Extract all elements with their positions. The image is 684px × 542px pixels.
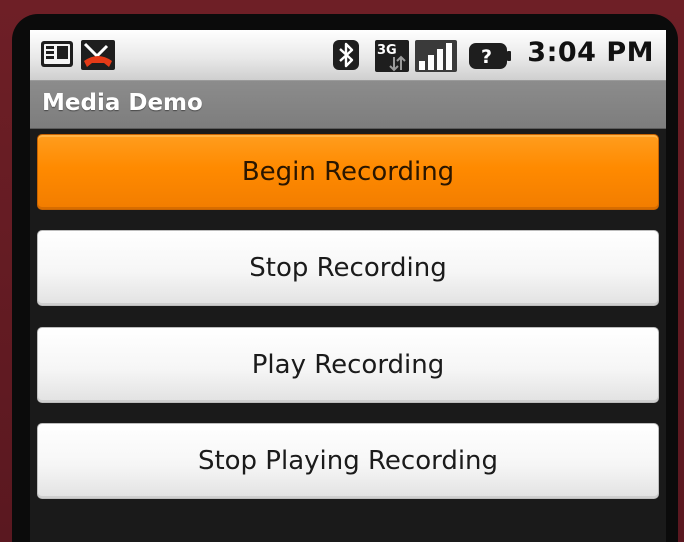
3g-data-icon: 3G [374,39,410,77]
app-screen: 3G ? 3:04 PM Media Demo Begin Recording … [30,30,666,542]
status-clock: 3:04 PM [527,37,654,68]
stop-playing-recording-button[interactable]: Stop Playing Recording [37,423,659,499]
app-title: Media Demo [42,90,203,116]
notification-icon[interactable] [40,39,74,73]
status-bar: 3G ? 3:04 PM [30,30,666,81]
title-bar: Media Demo [30,81,666,129]
bluetooth-icon [332,39,360,75]
3g-label: 3G [377,43,397,58]
battery-unknown-icon: ? [468,42,512,74]
battery-unknown-label: ? [481,46,492,68]
begin-recording-button[interactable]: Begin Recording [37,134,659,210]
play-recording-button[interactable]: Play Recording [37,327,659,403]
stop-recording-button[interactable]: Stop Recording [37,230,659,306]
missed-call-icon[interactable] [80,39,116,75]
device-frame: 3G ? 3:04 PM Media Demo Begin Recording … [0,0,684,542]
signal-strength-icon [414,39,458,77]
